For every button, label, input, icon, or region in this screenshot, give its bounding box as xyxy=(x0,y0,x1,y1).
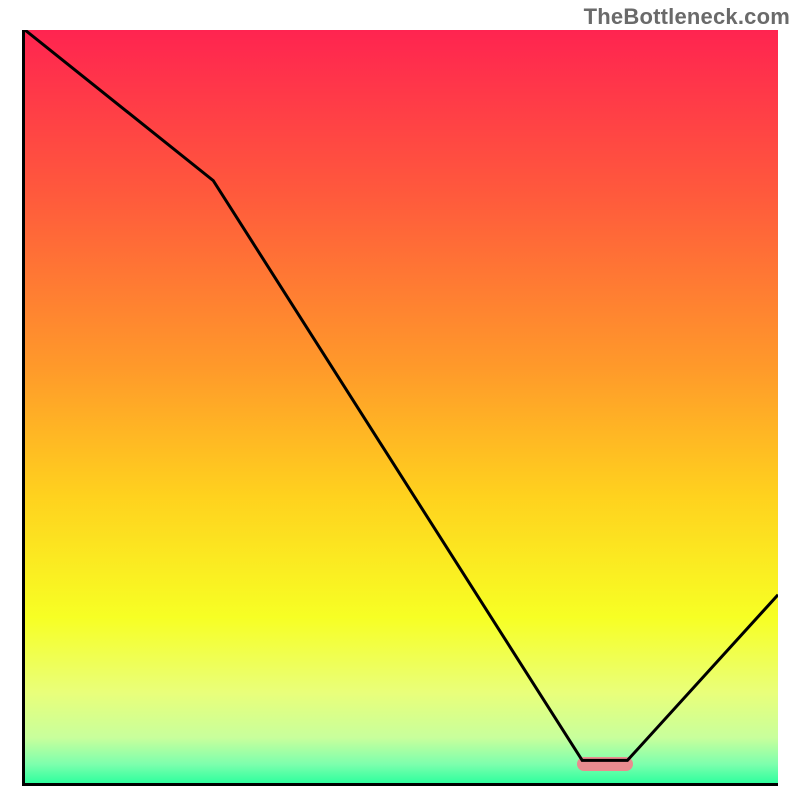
plot-area xyxy=(22,30,778,786)
curve-path xyxy=(25,30,778,760)
bottleneck-chart: TheBottleneck.com xyxy=(0,0,800,800)
performance-curve xyxy=(25,30,778,783)
watermark-text: TheBottleneck.com xyxy=(584,4,790,30)
